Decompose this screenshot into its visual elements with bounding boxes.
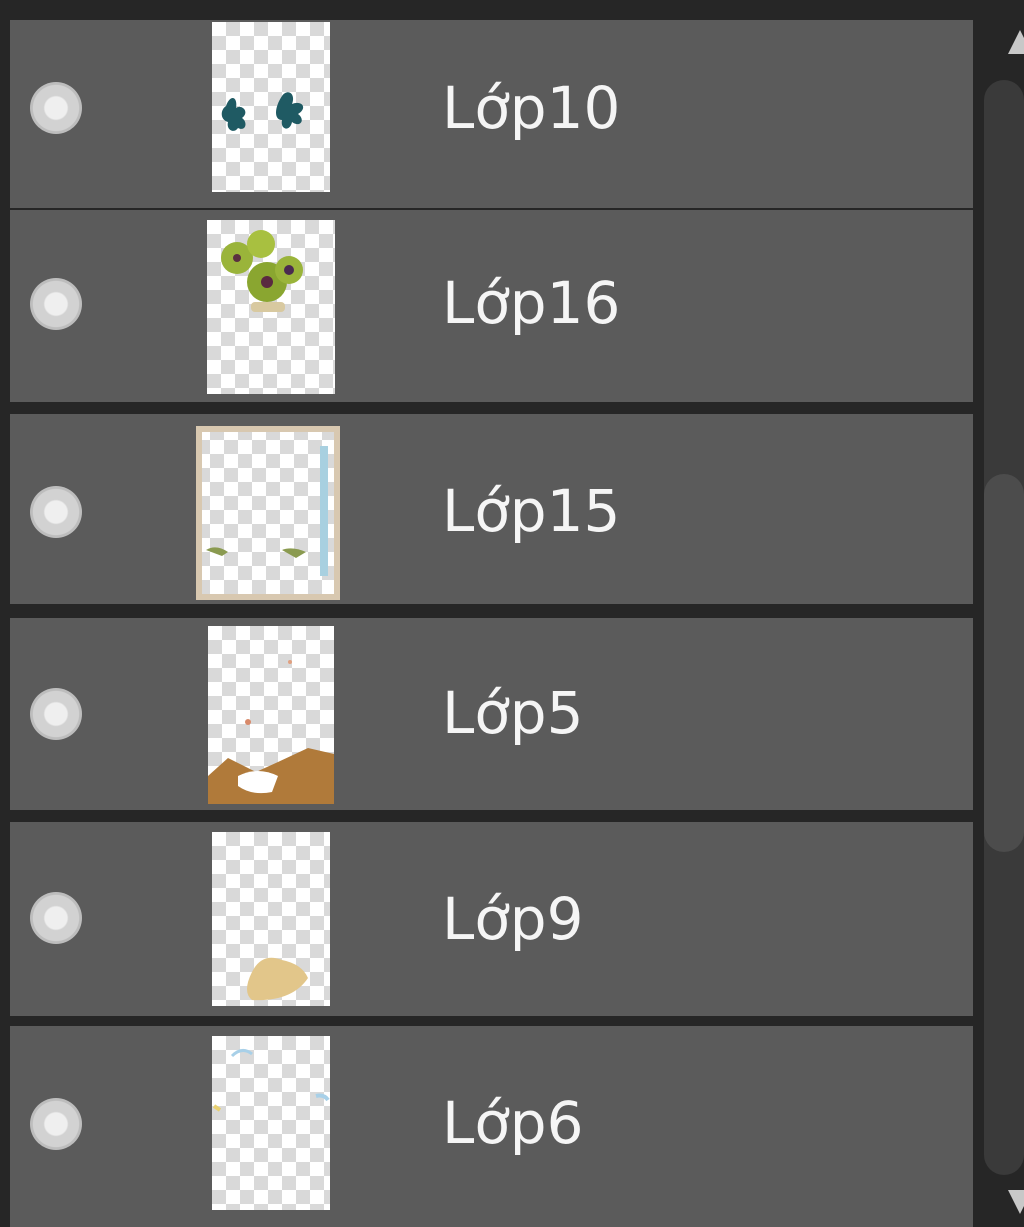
- layer-row-lop15[interactable]: Lớp15: [10, 414, 973, 604]
- layer-thumbnail-teal-leaves: [212, 22, 330, 192]
- layer-row-lop9[interactable]: Lớp9: [10, 822, 973, 1016]
- layer-name: Lớp15: [442, 477, 621, 545]
- layer-name: Lớp9: [442, 885, 584, 953]
- scroll-up-arrow-icon[interactable]: [1008, 30, 1024, 54]
- layer-thumbnail-light-blue-sketch: [212, 1036, 330, 1210]
- layer-name: Lớp6: [442, 1089, 584, 1157]
- layer-row-lop16[interactable]: Lớp16: [10, 210, 973, 402]
- visibility-toggle-icon[interactable]: [30, 486, 82, 538]
- layer-thumbnail-brown-ground: [208, 626, 334, 804]
- scroll-thumb[interactable]: [984, 474, 1024, 852]
- layer-name: Lớp16: [442, 269, 621, 337]
- visibility-toggle-icon[interactable]: [30, 892, 82, 944]
- layer-thumbnail-beige-shape: [212, 832, 330, 1006]
- visibility-toggle-icon[interactable]: [30, 82, 82, 134]
- layers-panel: Lớp10 Lớp16 Lớp15 Lớp5 Lớp9 Lớp6: [0, 0, 1024, 1227]
- visibility-toggle-icon[interactable]: [30, 1098, 82, 1150]
- layer-row-lop5[interactable]: Lớp5: [10, 618, 973, 810]
- layer-thumbnail-green-flower: [207, 220, 335, 394]
- scroll-down-arrow-icon[interactable]: [1008, 1190, 1024, 1214]
- vertical-scrollbar[interactable]: [978, 0, 1024, 1227]
- layer-row-lop10[interactable]: Lớp10: [10, 20, 973, 208]
- visibility-toggle-icon[interactable]: [30, 688, 82, 740]
- layer-list: Lớp10 Lớp16 Lớp15 Lớp5 Lớp9 Lớp6: [10, 20, 973, 1227]
- layer-thumbnail-frame-border: [196, 426, 340, 600]
- visibility-toggle-icon[interactable]: [30, 278, 82, 330]
- layer-name: Lớp5: [442, 679, 584, 747]
- layer-row-lop6[interactable]: Lớp6: [10, 1026, 973, 1227]
- layer-name: Lớp10: [442, 74, 621, 142]
